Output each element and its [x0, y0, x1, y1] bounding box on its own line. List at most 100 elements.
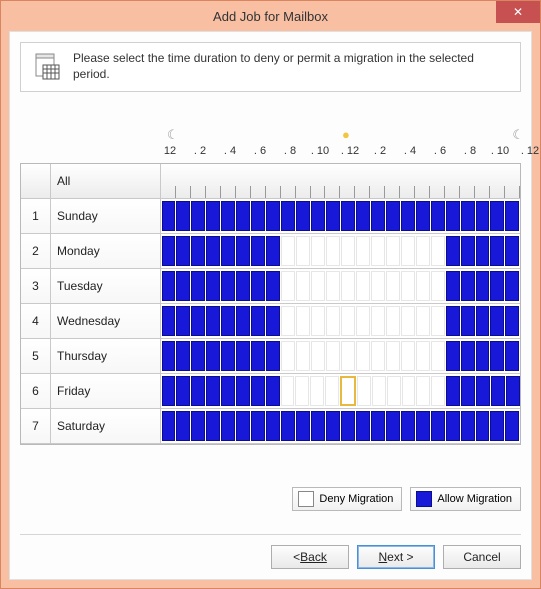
schedule-slot[interactable]: [296, 271, 310, 301]
schedule-slot[interactable]: [341, 411, 355, 441]
schedule-slot[interactable]: [296, 306, 310, 336]
schedule-slot[interactable]: [206, 376, 220, 406]
schedule-slot[interactable]: [476, 271, 490, 301]
schedule-slot[interactable]: [401, 271, 415, 301]
schedule-slot[interactable]: [326, 306, 340, 336]
schedule-slot[interactable]: [402, 376, 416, 406]
hour-tick[interactable]: [296, 186, 311, 198]
schedule-slot[interactable]: [176, 411, 190, 441]
schedule-slot[interactable]: [296, 341, 310, 371]
schedule-slot[interactable]: [461, 271, 475, 301]
schedule-slot[interactable]: [206, 271, 220, 301]
schedule-slot[interactable]: [416, 376, 430, 406]
schedule-slot[interactable]: [191, 271, 205, 301]
schedule-slot[interactable]: [386, 271, 400, 301]
hour-tick[interactable]: [221, 186, 236, 198]
schedule-slot[interactable]: [266, 376, 280, 406]
schedule-slot[interactable]: [401, 236, 415, 266]
schedule-slot[interactable]: [311, 271, 325, 301]
schedule-slot[interactable]: [356, 271, 370, 301]
schedule-slot[interactable]: [505, 411, 519, 441]
schedule-slot[interactable]: [191, 341, 205, 371]
schedule-slot[interactable]: [236, 271, 250, 301]
schedule-slot[interactable]: [176, 306, 190, 336]
hour-tick[interactable]: [445, 186, 460, 198]
schedule-slot[interactable]: [266, 271, 280, 301]
schedule-slot[interactable]: [162, 201, 176, 231]
hour-tick[interactable]: [385, 186, 400, 198]
schedule-slot[interactable]: [236, 201, 250, 231]
schedule-slot[interactable]: [162, 411, 176, 441]
schedule-slot[interactable]: [431, 271, 445, 301]
schedule-slot[interactable]: [371, 306, 385, 336]
schedule-slot[interactable]: [386, 341, 400, 371]
schedule-slot[interactable]: [341, 201, 355, 231]
schedule-slot[interactable]: [326, 236, 340, 266]
schedule-slot[interactable]: [476, 236, 490, 266]
schedule-slot[interactable]: [266, 201, 280, 231]
schedule-slot[interactable]: [490, 306, 504, 336]
schedule-slot[interactable]: [505, 271, 519, 301]
hour-tick[interactable]: [430, 186, 445, 198]
hour-tick[interactable]: [370, 186, 385, 198]
schedule-slot[interactable]: [476, 201, 490, 231]
hour-tick[interactable]: [191, 186, 206, 198]
day-header[interactable]: Thursday: [51, 339, 161, 374]
row-index[interactable]: 5: [21, 339, 51, 374]
hour-tick[interactable]: [490, 186, 505, 198]
schedule-slot[interactable]: [461, 201, 475, 231]
schedule-slot[interactable]: [221, 411, 235, 441]
schedule-slot[interactable]: [416, 411, 430, 441]
schedule-slot[interactable]: [505, 341, 519, 371]
tick-header-row[interactable]: [161, 164, 520, 199]
schedule-slot[interactable]: [401, 306, 415, 336]
hour-tick[interactable]: [340, 186, 355, 198]
schedule-slot[interactable]: [446, 341, 460, 371]
schedule-slot[interactable]: [311, 236, 325, 266]
schedule-slot[interactable]: [401, 201, 415, 231]
schedule-slot[interactable]: [461, 236, 475, 266]
hour-tick[interactable]: [251, 186, 266, 198]
schedule-slot[interactable]: [340, 376, 356, 406]
schedule-slot[interactable]: [506, 376, 520, 406]
row-index[interactable]: 7: [21, 409, 51, 444]
schedule-slot[interactable]: [206, 341, 220, 371]
hour-tick[interactable]: [325, 186, 340, 198]
schedule-slot[interactable]: [236, 411, 250, 441]
schedule-slot[interactable]: [236, 306, 250, 336]
schedule-slot[interactable]: [206, 411, 220, 441]
schedule-slot[interactable]: [401, 411, 415, 441]
schedule-slot[interactable]: [311, 201, 325, 231]
schedule-slot[interactable]: [446, 236, 460, 266]
next-button[interactable]: Next >: [357, 545, 435, 569]
schedule-slot[interactable]: [387, 376, 401, 406]
schedule-slot[interactable]: [191, 236, 205, 266]
schedule-slot[interactable]: [341, 271, 355, 301]
schedule-slot[interactable]: [311, 411, 325, 441]
schedule-slot[interactable]: [296, 411, 310, 441]
schedule-slot[interactable]: [446, 376, 460, 406]
schedule-slot[interactable]: [505, 306, 519, 336]
schedule-slot[interactable]: [490, 341, 504, 371]
schedule-slot[interactable]: [281, 376, 295, 406]
day-header[interactable]: Monday: [51, 234, 161, 269]
hour-tick[interactable]: [311, 186, 326, 198]
schedule-slot[interactable]: [461, 306, 475, 336]
schedule-slot[interactable]: [386, 411, 400, 441]
schedule-slot[interactable]: [431, 376, 445, 406]
schedule-slot[interactable]: [490, 236, 504, 266]
schedule-slot[interactable]: [476, 306, 490, 336]
schedule-slot[interactable]: [296, 201, 310, 231]
row-index[interactable]: 4: [21, 304, 51, 339]
schedule-slot[interactable]: [491, 376, 505, 406]
schedule-slot[interactable]: [461, 411, 475, 441]
day-header[interactable]: Saturday: [51, 409, 161, 444]
schedule-slot[interactable]: [372, 376, 386, 406]
schedule-slot[interactable]: [176, 341, 190, 371]
schedule-slot[interactable]: [251, 306, 265, 336]
schedule-slot[interactable]: [356, 201, 370, 231]
schedule-slot[interactable]: [476, 411, 490, 441]
schedule-slot[interactable]: [326, 341, 340, 371]
schedule-slot[interactable]: [356, 341, 370, 371]
schedule-slot[interactable]: [461, 341, 475, 371]
